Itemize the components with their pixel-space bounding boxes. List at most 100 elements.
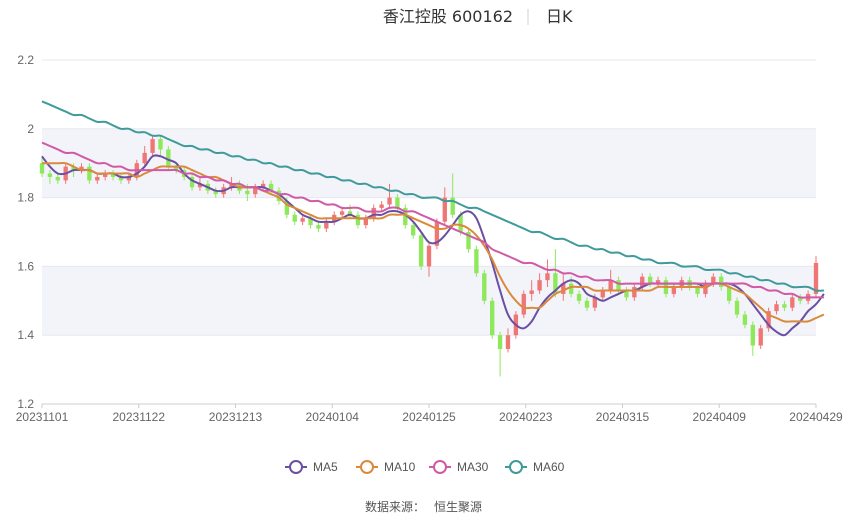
candle — [490, 297, 495, 339]
candle — [497, 331, 503, 377]
y-tick-label: 2 — [27, 122, 34, 136]
legend-marker-icon — [360, 460, 374, 474]
x-tick-label: 20240125 — [402, 410, 456, 424]
x-tick-label: 20231122 — [113, 410, 166, 424]
y-tick-label: 2.2 — [17, 53, 34, 67]
plot-band — [42, 128, 816, 198]
candle — [758, 324, 763, 349]
candle-body — [300, 218, 305, 222]
candle — [482, 269, 487, 305]
chart-title: 香江控股 600162 日K — [383, 7, 573, 26]
chart-title-stock: 香江控股 600162 — [383, 7, 513, 26]
candle-body — [379, 204, 384, 208]
candlestick-chart: 香江控股 600162 日K 1.2 1.4 1.6 1.8 2 2.2 20231101… — [16, 7, 843, 514]
candle-body — [774, 304, 779, 312]
y-axis: 1.2 1.4 1.6 1.8 2 2.2 — [17, 53, 34, 411]
candle — [355, 211, 361, 229]
candle-body — [482, 273, 487, 301]
candle-body — [505, 335, 511, 349]
x-tick-label: 20231101 — [16, 410, 69, 424]
candle-body — [782, 304, 787, 308]
data-source-value: 恒生聚源 — [434, 500, 482, 514]
x-tick-label: 20240315 — [596, 410, 650, 424]
legend-item-ma5[interactable]: MA5 — [285, 460, 338, 474]
candle-body — [426, 245, 432, 267]
candle-body — [387, 197, 392, 205]
legend-label: MA10 — [384, 460, 416, 474]
candle-body — [39, 163, 45, 174]
y-tick-label: 1.4 — [17, 328, 34, 342]
candle — [292, 211, 297, 226]
x-axis: 20231101 20231122 20231213 20240104 20240125… — [16, 404, 843, 424]
candle-body — [316, 225, 321, 229]
candle-body — [142, 152, 147, 164]
grid-lines — [42, 59, 816, 405]
legend-item-ma30[interactable]: MA30 — [429, 460, 489, 474]
candle-body — [150, 139, 155, 153]
candle-body — [726, 287, 732, 301]
candle-body — [758, 328, 763, 346]
candle-body — [371, 207, 376, 219]
candle-body — [474, 249, 479, 274]
candle — [474, 245, 479, 277]
candle-body — [584, 300, 590, 308]
candle-body — [245, 190, 250, 195]
legend-label: MA30 — [457, 460, 489, 474]
candle-body — [47, 173, 53, 177]
candle-body — [529, 290, 534, 294]
legend-marker-icon — [289, 460, 303, 474]
x-tick-label: 20240104 — [306, 410, 360, 424]
candle-body — [742, 314, 748, 325]
y-tick-label: 1.8 — [17, 191, 34, 205]
legend-item-ma10[interactable]: MA10 — [356, 460, 416, 474]
candle-body — [411, 225, 416, 236]
candle-body — [158, 139, 163, 150]
candle-body — [292, 214, 297, 222]
candle-body — [55, 176, 60, 181]
candle — [750, 321, 755, 356]
candle-body — [95, 176, 100, 181]
candle-body — [576, 293, 582, 301]
data-source-label: 数据来源： — [365, 499, 425, 514]
x-tick-label: 20231213 — [209, 410, 263, 424]
candle-body — [695, 287, 700, 294]
candle-body — [703, 283, 708, 294]
candle-body — [790, 297, 795, 308]
candle-body — [671, 287, 677, 294]
candle-body — [521, 293, 526, 315]
plot-bands — [42, 128, 816, 336]
candle — [316, 221, 321, 232]
legend: MA5 MA10 MA30 MA60 — [285, 460, 565, 474]
candle — [521, 290, 526, 318]
candle-body — [355, 214, 361, 226]
x-tick-label: 20240409 — [693, 410, 747, 424]
candle-body — [616, 280, 621, 291]
chart-title-period: 日K — [546, 7, 573, 26]
candle — [418, 232, 424, 270]
candle-body — [568, 283, 574, 294]
candle-body — [537, 280, 542, 291]
candle-body — [87, 166, 92, 181]
legend-marker-icon — [433, 460, 447, 474]
candle-body — [497, 335, 503, 349]
x-tick-label: 20240223 — [499, 410, 553, 424]
candle — [766, 307, 771, 332]
x-tick-label: 20240429 — [789, 410, 843, 424]
candle-body — [750, 324, 755, 346]
candle-body — [734, 300, 740, 315]
legend-marker-icon — [509, 460, 523, 474]
candle-body — [545, 273, 550, 281]
candle-body — [339, 211, 345, 215]
candle-body — [490, 300, 495, 336]
candle-body — [418, 235, 424, 267]
y-tick-label: 1.2 — [17, 397, 34, 411]
candle — [466, 228, 471, 253]
legend-item-ma60[interactable]: MA60 — [505, 460, 565, 474]
y-tick-label: 1.6 — [17, 259, 34, 273]
legend-label: MA60 — [533, 460, 565, 474]
data-source: 数据来源： 恒生聚源 — [365, 499, 482, 514]
candle-body — [719, 276, 724, 288]
candle-body — [395, 197, 400, 208]
candle-body — [632, 287, 637, 298]
candle — [324, 218, 329, 232]
